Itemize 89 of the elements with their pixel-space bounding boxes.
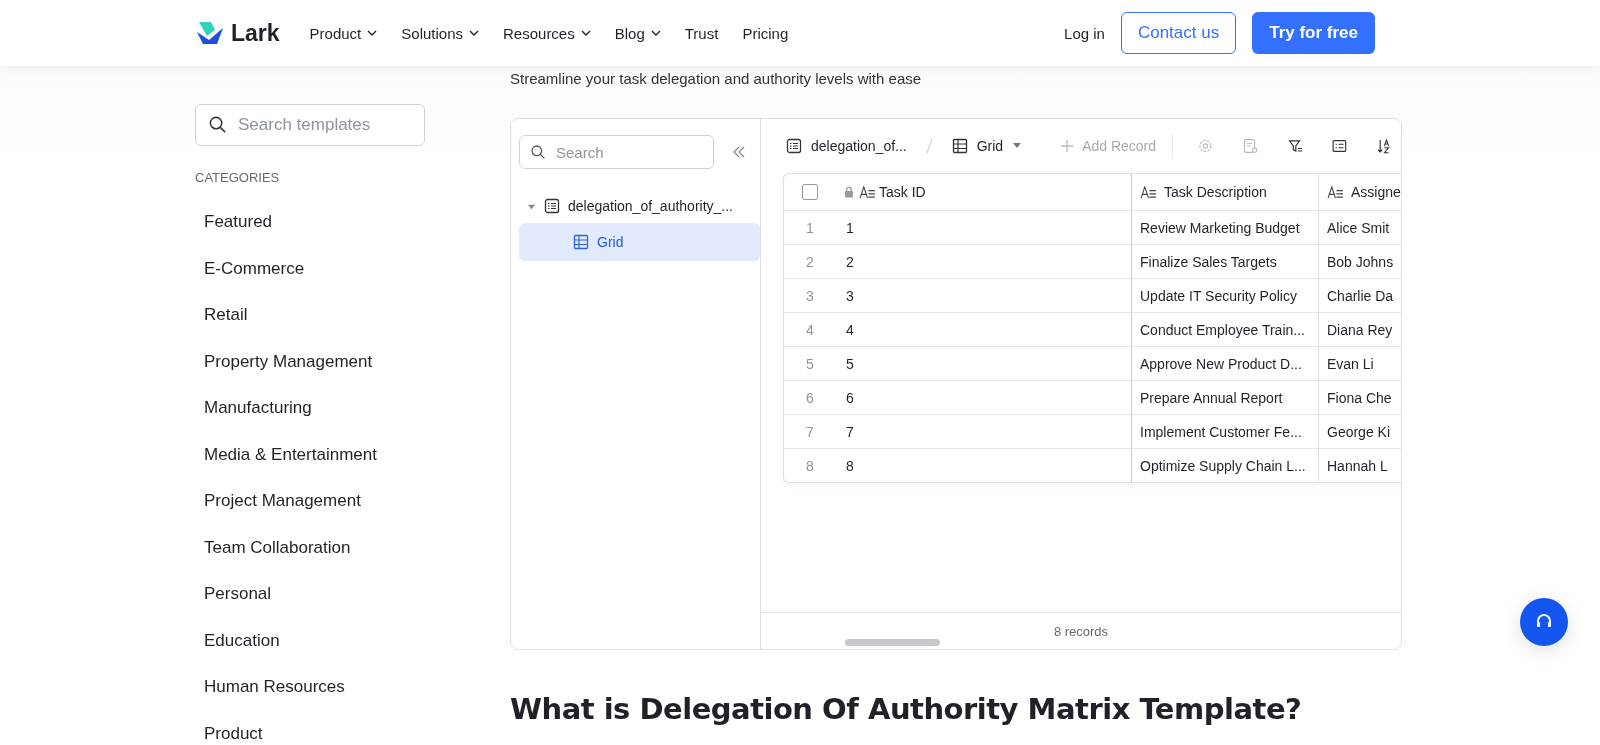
try-free-button[interactable]: Try for free <box>1252 12 1375 54</box>
nav-link[interactable]: Solutions <box>401 24 479 42</box>
category-link[interactable]: Product <box>195 710 510 745</box>
contact-button[interactable]: Contact us <box>1120 12 1237 54</box>
category-link[interactable]: Property Management <box>195 338 510 385</box>
table-cell: 1 <box>846 219 854 236</box>
search-icon <box>208 115 227 134</box>
sort-icon[interactable] <box>1376 137 1393 155</box>
table-cell: Bob Johns <box>1327 253 1394 270</box>
table-cell: 6 <box>846 389 854 406</box>
categories-title: CATEGORIES <box>195 170 281 185</box>
view-switcher[interactable]: Grid <box>951 138 1023 154</box>
table-cell: 4 <box>846 321 854 338</box>
collapse-icon[interactable] <box>732 146 746 158</box>
table-cell: 7 <box>846 423 854 440</box>
search-field[interactable]: Search <box>519 135 714 169</box>
table-cell: Approve New Product D... <box>1140 355 1302 372</box>
row-number: 1 <box>806 219 815 236</box>
table-cell: Review Marketing Budget <box>1140 219 1300 236</box>
category-link[interactable]: Project Management <box>195 478 510 525</box>
support-button[interactable] <box>1520 598 1568 646</box>
select-all-checkbox[interactable] <box>802 184 818 200</box>
category-link[interactable]: E-Commerce <box>195 245 510 292</box>
table-cell: Optimize Supply Chain L... <box>1140 457 1306 474</box>
plus-icon <box>1060 139 1075 153</box>
table-cell: Hannah L <box>1327 457 1388 474</box>
grid-icon <box>573 234 589 250</box>
lock-icon <box>844 186 854 198</box>
row-number: 7 <box>806 423 815 440</box>
row-number: 5 <box>806 355 815 372</box>
search-field[interactable]: Search templates <box>195 104 425 146</box>
text-field-icon <box>1327 185 1344 199</box>
row-number: 3 <box>806 287 815 304</box>
table-cell: 8 <box>846 457 854 474</box>
table-cell: Implement Customer Fe... <box>1140 423 1302 440</box>
nav-link[interactable]: Blog <box>614 24 661 42</box>
login-link[interactable]: Log in <box>1064 24 1105 42</box>
table-icon <box>544 198 560 214</box>
row-number: 2 <box>806 253 815 270</box>
table-cell: Alice Smit <box>1327 219 1390 236</box>
text-field-icon <box>859 185 876 199</box>
nav-link[interactable]: Resources <box>503 24 591 42</box>
nav-link[interactable]: Trust <box>684 24 719 42</box>
category-link[interactable]: Retail <box>195 292 510 339</box>
row-number: 8 <box>806 457 815 474</box>
column-header[interactable]: Task ID <box>879 184 926 200</box>
table-cell: Charlie Da <box>1327 287 1394 304</box>
table-cell: Evan Li <box>1327 355 1374 372</box>
column-header[interactable]: Assigne <box>1351 184 1401 200</box>
table-cell: Update IT Security Policy <box>1140 287 1297 304</box>
search-icon <box>530 144 546 160</box>
category-link[interactable]: Education <box>195 617 510 664</box>
table-cell: 3 <box>846 287 854 304</box>
category-link[interactable]: Personal <box>195 571 510 618</box>
brand-name[interactable]: Lark <box>231 19 280 47</box>
table-cell: Fiona Che <box>1327 389 1392 406</box>
table-cell: Conduct Employee Train... <box>1140 321 1305 338</box>
bird-logo-icon <box>195 20 225 46</box>
text-field-icon <box>1140 185 1157 199</box>
row-number: 4 <box>806 321 815 338</box>
subtitle: Streamline your task delegation and authority levels with ease <box>510 70 923 88</box>
table-icon <box>786 138 802 154</box>
table-cell: Finalize Sales Targets <box>1140 253 1277 270</box>
category-link[interactable]: Media & Entertainment <box>195 431 510 478</box>
table-cell: 2 <box>846 253 854 270</box>
record-count: 8 records <box>1053 623 1109 639</box>
row-number: 6 <box>806 389 815 406</box>
dropdown-caret-icon <box>1012 143 1023 149</box>
table-cell: 5 <box>846 355 854 372</box>
list-icon[interactable] <box>1331 137 1349 155</box>
category-link[interactable]: Manufacturing <box>195 385 510 432</box>
table-cell: George Ki <box>1327 423 1391 440</box>
form-icon[interactable] <box>1241 137 1259 155</box>
table-cell: Diana Rey <box>1327 321 1393 338</box>
filter-icon[interactable] <box>1286 137 1304 155</box>
column-header[interactable]: Task Description <box>1164 184 1267 200</box>
nav-link[interactable]: Product <box>309 24 378 42</box>
section-heading: What is Delegation Of Authority Matrix Template? <box>510 692 1303 726</box>
category-link[interactable]: Featured <box>195 199 510 246</box>
table-tab[interactable]: delegation_of... <box>786 138 907 154</box>
view-item[interactable]: Grid <box>519 223 760 261</box>
table-cell: Prepare Annual Report <box>1140 389 1283 406</box>
tree-item[interactable]: delegation_of_authority_... <box>519 189 760 223</box>
gear-icon[interactable] <box>1197 137 1214 155</box>
category-link[interactable]: Human Resources <box>195 664 510 711</box>
grid-icon <box>951 138 968 154</box>
category-link[interactable]: Team Collaboration <box>195 524 510 571</box>
nav-link[interactable]: Pricing <box>742 24 789 42</box>
scrollbar-thumb[interactable] <box>845 639 940 646</box>
